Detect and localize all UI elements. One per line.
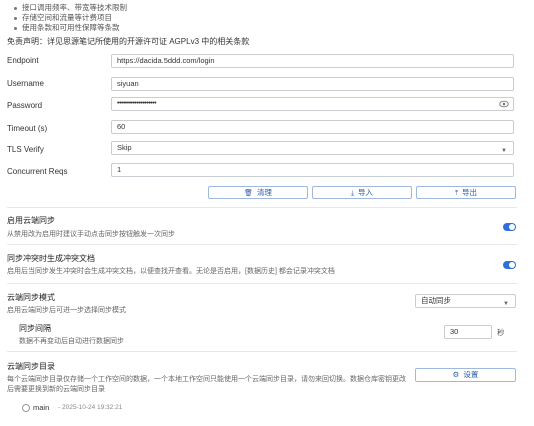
chevron-down-icon: ▼: [501, 148, 507, 154]
export-button[interactable]: ⤒ 导出: [416, 186, 516, 199]
import-icon: ⤓: [350, 190, 355, 197]
timeout-label: Timeout (s): [7, 124, 48, 133]
conflict-title: 同步冲突时生成冲突文档: [7, 254, 95, 263]
sync-dir-radio[interactable]: [22, 404, 30, 412]
sync-dir-settings-button[interactable]: ⚙ 设置: [415, 368, 516, 382]
conflict-desc: 启用后当同步发生冲突时会生成冲突文档，以便查找开查看。无论是否启用，[数据历史]…: [7, 268, 335, 275]
sync-enable-title: 启用云端同步: [7, 216, 55, 225]
username-input[interactable]: siyuan: [111, 77, 514, 91]
bullet-dot-icon: [14, 6, 17, 10]
sync-mode-title: 云端同步模式: [7, 293, 55, 302]
trash-icon: 🗑: [244, 190, 253, 197]
sync-dir-desc-line2: 后需要更换到新的云端同步目录: [7, 386, 105, 393]
sync-dir-title: 云端同步目录: [7, 362, 55, 371]
sync-enable-desc: 从禁用改为启用时建议手动点击同步按钮触发一次同步: [7, 231, 175, 238]
username-label: Username: [7, 79, 44, 88]
password-label: Password: [7, 101, 43, 110]
sync-mode-desc: 启用云端同步后可进一步选择同步模式: [7, 307, 126, 314]
intro-bullet: 使用条款和可用性保障等条款: [14, 22, 120, 33]
toggle-knob: [509, 262, 515, 268]
endpoint-label: Endpoint: [7, 56, 39, 65]
tls-verify-select[interactable]: Skip ▼: [111, 141, 514, 155]
divider: [7, 207, 517, 208]
import-button[interactable]: ⤓ 导入: [312, 186, 412, 199]
sync-mode-select[interactable]: 自动同步 ▼: [415, 294, 516, 308]
bullet-dot-icon: [14, 26, 17, 30]
disclaimer-text: 免责声明：详见思源笔记所使用的开源许可证 AGPLv3 中的相关条款: [7, 37, 250, 46]
concurrent-reqs-input[interactable]: 1: [111, 163, 514, 177]
sync-enable-toggle[interactable]: [503, 223, 516, 231]
sync-interval-input[interactable]: 30: [444, 325, 492, 339]
eye-icon[interactable]: [499, 100, 509, 108]
timeout-input[interactable]: 60: [111, 120, 514, 134]
sync-interval-title: 同步间隔: [19, 324, 51, 333]
divider: [7, 351, 517, 352]
endpoint-input[interactable]: https://dacida.5ddd.com/login: [111, 54, 514, 68]
tls-verify-value: Skip: [117, 143, 132, 152]
sync-dir-desc-line1: 每个云端同步目录仅存储一个工作空间的数据，一个本地工作空间只能使用一个云端同步目…: [7, 376, 406, 383]
clear-button[interactable]: 🗑 清理: [208, 186, 308, 199]
concurrent-reqs-label: Concurrent Reqs: [7, 167, 68, 176]
sync-dir-meta: - 2025-10-24 19:32:21: [58, 404, 123, 411]
password-input[interactable]: ••••••••••••••••••••: [111, 97, 514, 111]
gear-icon: ⚙: [452, 370, 460, 379]
sync-interval-desc: 数据不再变动后自动进行数据同步: [19, 338, 124, 345]
tls-verify-label: TLS Verify: [7, 145, 44, 154]
bullet-dot-icon: [14, 16, 17, 20]
divider: [7, 244, 517, 245]
divider: [7, 283, 517, 284]
password-value: ••••••••••••••••••••: [117, 100, 157, 107]
toggle-knob: [509, 224, 515, 230]
sync-mode-value: 自动同步: [421, 296, 451, 305]
conflict-toggle[interactable]: [503, 261, 516, 269]
sync-interval-unit: 秒: [497, 328, 505, 337]
chevron-down-icon: ▼: [503, 301, 509, 307]
export-icon: ⤒: [454, 190, 459, 197]
sync-dir-name[interactable]: main: [33, 403, 49, 412]
